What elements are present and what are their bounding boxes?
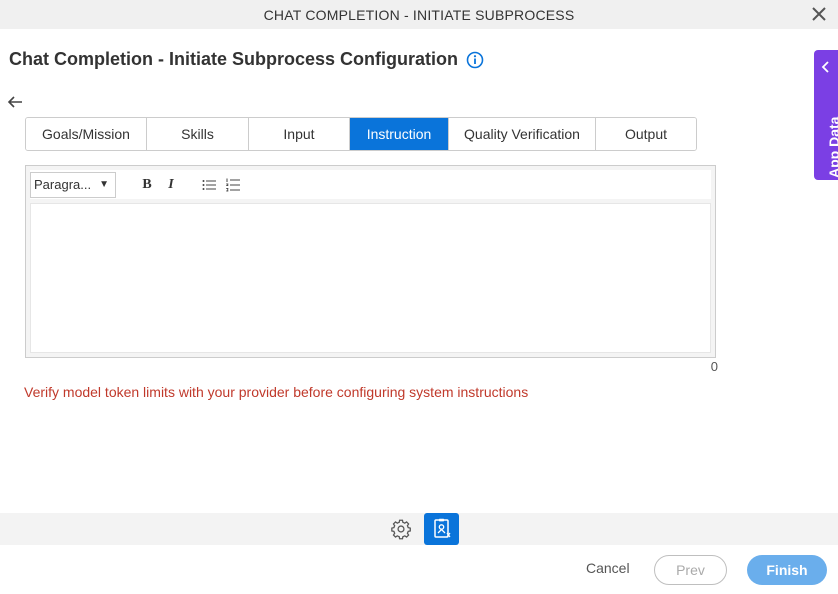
editor-toolbar: Paragra... ▼ B I: [30, 170, 711, 199]
token-limit-warning: Verify model token limits with your prov…: [24, 384, 529, 400]
tab-input[interactable]: Input: [249, 118, 350, 150]
tab-goals-mission[interactable]: Goals/Mission: [26, 118, 147, 150]
title-bar: CHAT COMPLETION - INITIATE SUBPROCESS: [0, 0, 838, 29]
window-title: CHAT COMPLETION - INITIATE SUBPROCESS: [263, 6, 575, 23]
tab-quality-verification[interactable]: Quality Verification: [449, 118, 596, 150]
page-title: Chat Completion - Initiate Subprocess Co…: [9, 49, 459, 69]
paragraph-format-value: Paragra...: [34, 177, 92, 192]
chevron-left-icon: [821, 61, 829, 73]
page-header: Chat Completion - Initiate Subprocess Co…: [9, 49, 484, 70]
prev-button[interactable]: Prev: [654, 555, 727, 585]
finish-button[interactable]: Finish: [747, 555, 827, 585]
close-icon[interactable]: [810, 5, 828, 23]
info-icon[interactable]: [466, 51, 484, 69]
bottom-toolbar: [0, 513, 838, 545]
bulleted-list-button[interactable]: [197, 173, 221, 197]
gear-icon[interactable]: [390, 518, 412, 540]
chevron-down-icon: ▼: [99, 179, 109, 190]
tab-output[interactable]: Output: [596, 118, 696, 150]
paragraph-format-select[interactable]: Paragra... ▼: [30, 171, 116, 198]
tab-bar: Goals/Mission Skills Input Instruction Q…: [25, 117, 697, 151]
document-settings-button[interactable]: [424, 513, 459, 545]
numbered-list-button[interactable]: [221, 173, 245, 197]
tab-skills[interactable]: Skills: [147, 118, 249, 150]
editor-content-area[interactable]: [30, 203, 711, 353]
cancel-button[interactable]: Cancel: [586, 560, 630, 576]
document-icon: [433, 518, 450, 538]
italic-button[interactable]: I: [159, 173, 183, 197]
tab-instruction[interactable]: Instruction: [350, 118, 449, 150]
bold-button[interactable]: B: [135, 173, 159, 197]
rich-text-editor: Paragra... ▼ B I: [25, 165, 716, 358]
numbered-list-icon: [226, 178, 240, 191]
bulleted-list-icon: [202, 179, 216, 190]
app-data-label: App Data: [826, 116, 838, 178]
back-arrow-icon[interactable]: [6, 93, 24, 111]
app-data-panel-toggle[interactable]: App Data: [814, 50, 838, 180]
character-counter: 0: [710, 359, 718, 374]
